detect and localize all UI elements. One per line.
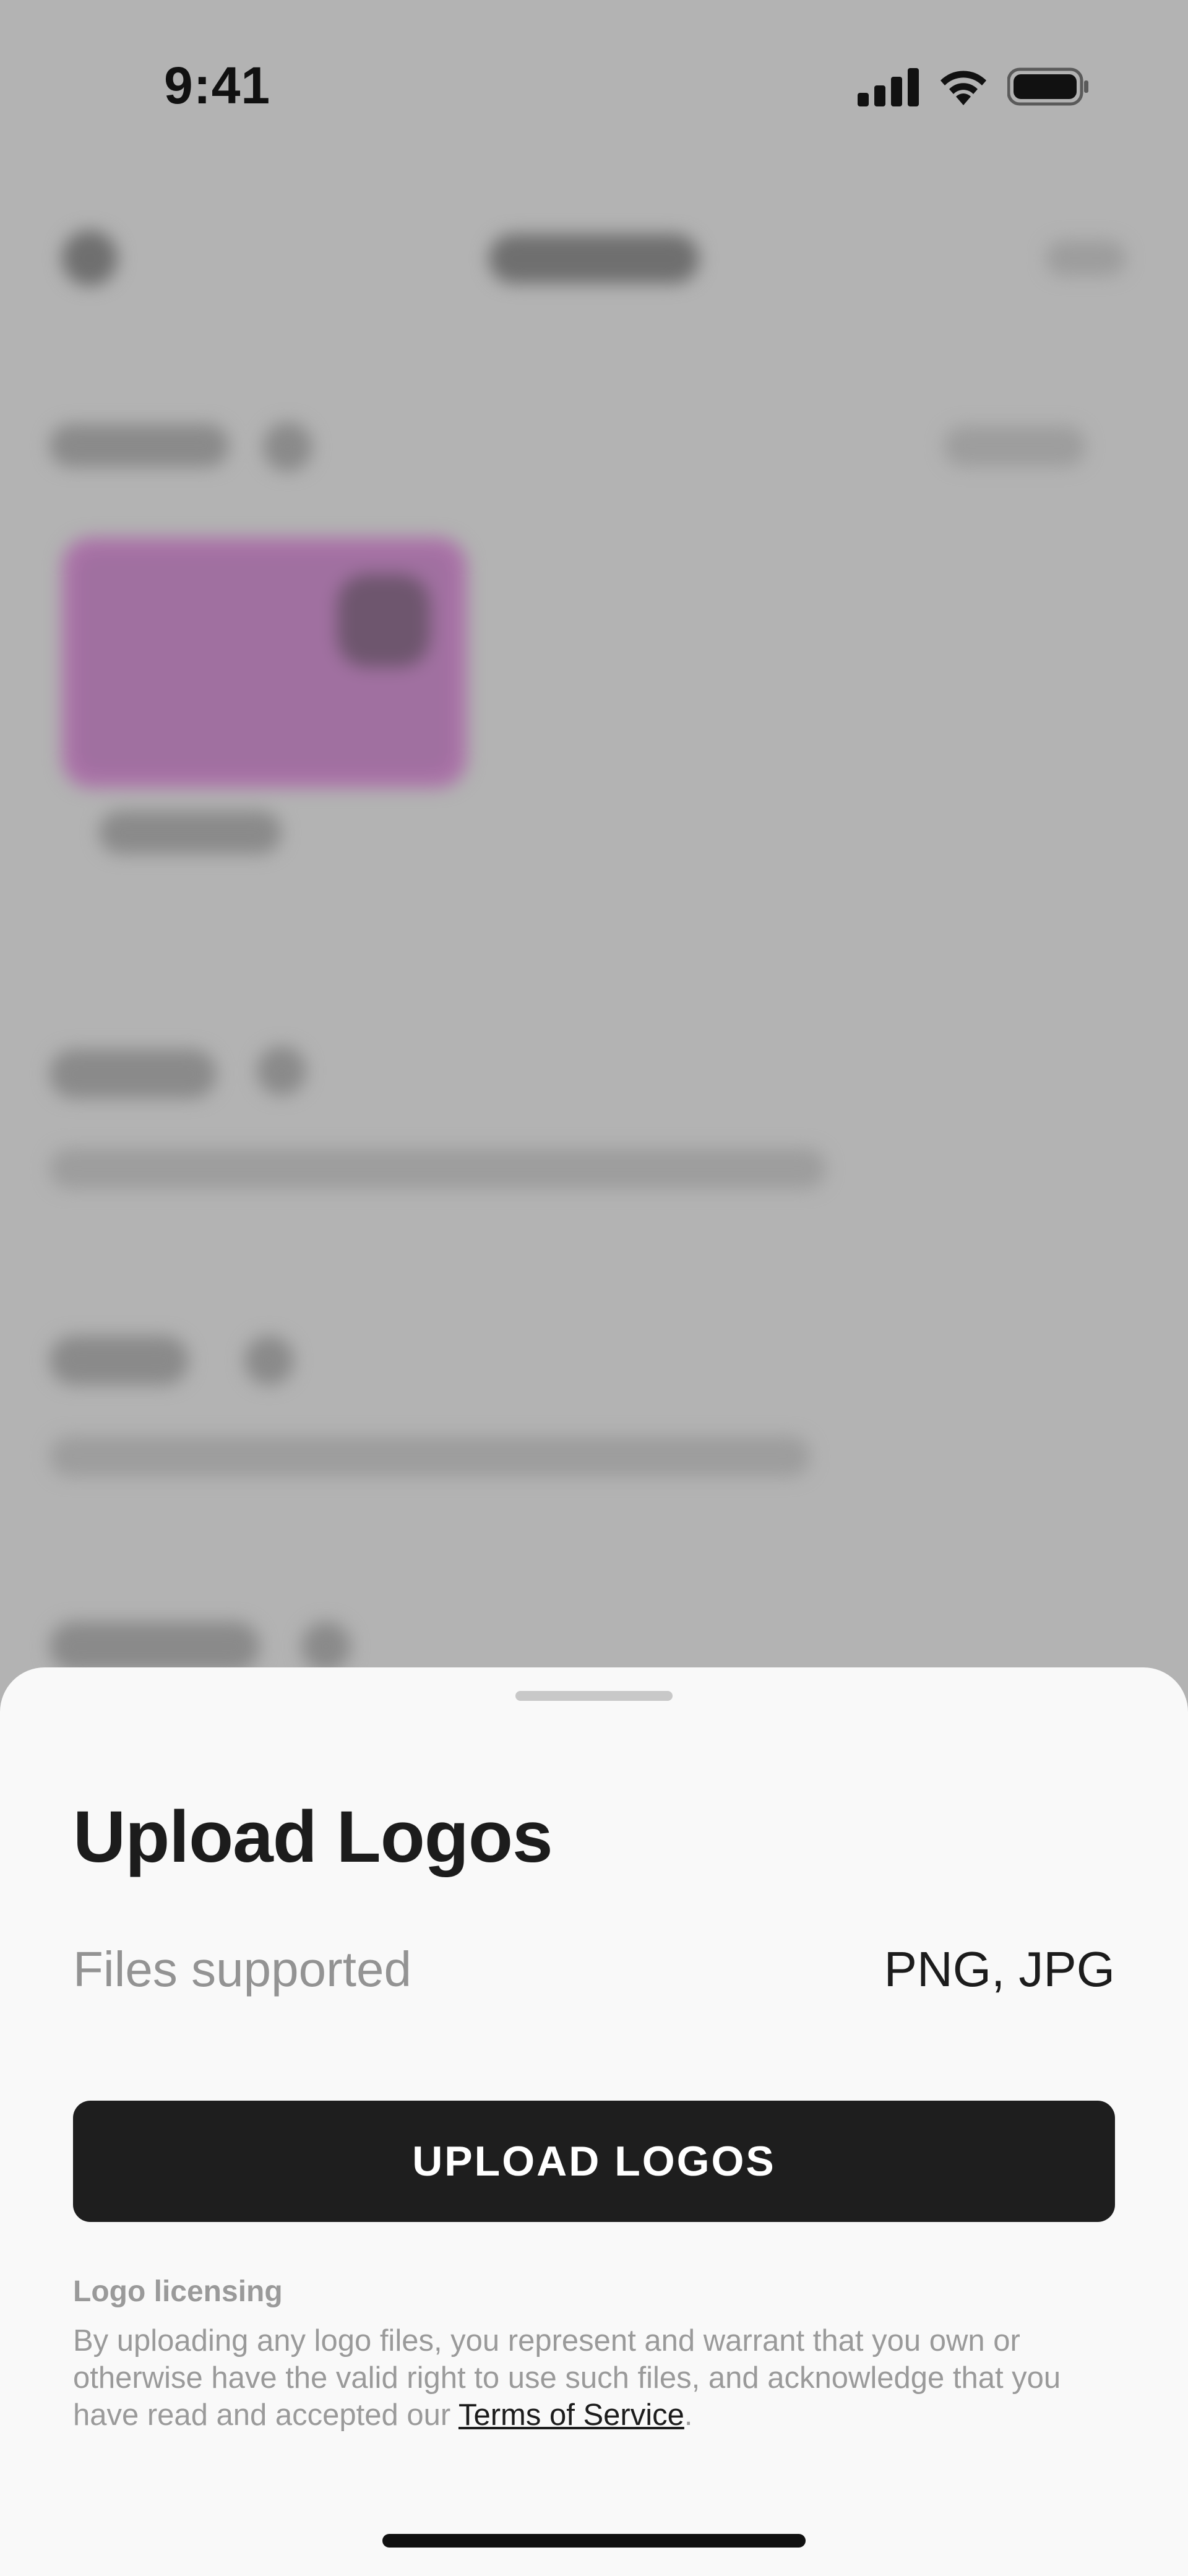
colors-info-icon-blurred	[263, 422, 312, 472]
cellular-signal-icon	[858, 68, 919, 106]
logos-info-icon-blurred	[257, 1046, 306, 1096]
home-indicator	[382, 2534, 806, 2548]
background-content-blurred	[0, 0, 1188, 1733]
fonts-empty-text-blurred	[50, 1436, 811, 1477]
sheet-title: Upload Logos	[73, 1796, 553, 1878]
logo-licensing-text: By uploading any logo files, you represe…	[73, 2322, 1125, 2434]
files-supported-label: Files supported	[73, 1942, 411, 1997]
upload-logos-sheet: Upload Logos Files supported PNG, JPG UP…	[0, 1667, 1188, 2576]
status-bar: 9:41	[0, 0, 1188, 173]
color-swatch-card	[62, 537, 467, 788]
colors-heading-blurred	[50, 424, 229, 467]
colors-action-blurred	[944, 426, 1086, 467]
files-supported-value: PNG, JPG	[884, 1942, 1115, 1997]
stickers-info-icon-blurred	[301, 1622, 351, 1671]
logo-licensing-heading: Logo licensing	[73, 2275, 283, 2308]
color-swatch-label-blurred	[99, 811, 282, 854]
terms-of-service-link[interactable]: Terms of Service	[458, 2398, 684, 2432]
wifi-icon	[940, 71, 986, 105]
licensing-text-end: .	[684, 2398, 693, 2432]
logos-heading-blurred	[50, 1049, 217, 1099]
sheet-grabber[interactable]	[515, 1691, 673, 1701]
logos-empty-text-blurred	[50, 1148, 826, 1189]
back-button-blurred	[62, 230, 118, 286]
fonts-heading-blurred	[50, 1336, 189, 1385]
color-swatch-inner	[77, 552, 452, 773]
screen: 9:41 Upload Logos Files supported PNG, J…	[0, 0, 1188, 2576]
battery-icon	[1007, 67, 1088, 106]
upload-logos-button[interactable]: UPLOAD LOGOS	[73, 2101, 1115, 2222]
stickers-heading-blurred	[50, 1622, 260, 1671]
status-time: 9:41	[164, 56, 271, 115]
status-icons	[858, 67, 1089, 106]
color-swatch-edit-icon	[337, 574, 430, 667]
nav-title-blurred	[489, 234, 699, 283]
fonts-info-icon-blurred	[244, 1336, 294, 1385]
more-button-blurred	[1046, 240, 1126, 276]
